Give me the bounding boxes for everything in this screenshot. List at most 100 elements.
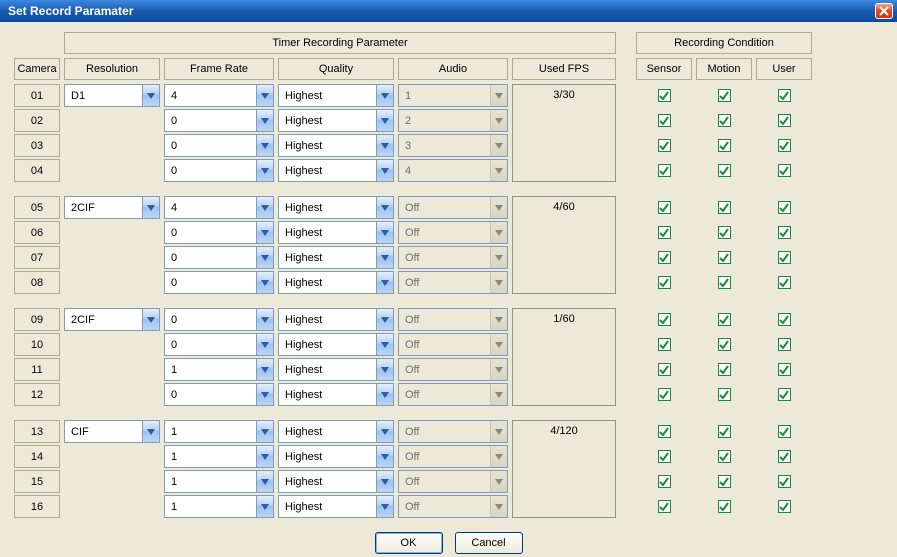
audio-select-value: 4	[399, 160, 490, 181]
quality-select[interactable]: Highest	[278, 445, 394, 468]
frame-rate-select[interactable]: 0	[164, 109, 274, 132]
motion-checkbox[interactable]	[718, 251, 731, 264]
quality-select[interactable]: Highest	[278, 308, 394, 331]
frame-rate-select[interactable]: 1	[164, 470, 274, 493]
audio-select-value: 1	[399, 85, 490, 106]
frame-rate-select[interactable]: 0	[164, 383, 274, 406]
sensor-checkbox[interactable]	[658, 450, 671, 463]
motion-checkbox-cell	[696, 333, 752, 356]
sensor-checkbox[interactable]	[658, 475, 671, 488]
user-checkbox[interactable]	[778, 450, 791, 463]
camera-label: 08	[14, 271, 60, 294]
motion-checkbox[interactable]	[718, 139, 731, 152]
frame-rate-select[interactable]: 0	[164, 159, 274, 182]
user-checkbox[interactable]	[778, 276, 791, 289]
quality-select[interactable]: Highest	[278, 221, 394, 244]
motion-checkbox[interactable]	[718, 363, 731, 376]
user-checkbox[interactable]	[778, 201, 791, 214]
quality-select[interactable]: Highest	[278, 134, 394, 157]
sensor-checkbox[interactable]	[658, 164, 671, 177]
frame-rate-select[interactable]: 1	[164, 495, 274, 518]
user-checkbox[interactable]	[778, 425, 791, 438]
sensor-checkbox[interactable]	[658, 338, 671, 351]
user-checkbox[interactable]	[778, 338, 791, 351]
user-checkbox[interactable]	[778, 89, 791, 102]
quality-select-value: Highest	[279, 446, 376, 467]
motion-checkbox[interactable]	[718, 226, 731, 239]
sensor-checkbox[interactable]	[658, 500, 671, 513]
camera-label: 16	[14, 495, 60, 518]
sensor-checkbox[interactable]	[658, 226, 671, 239]
frame-rate-select[interactable]: 1	[164, 445, 274, 468]
sensor-checkbox[interactable]	[658, 89, 671, 102]
sensor-checkbox[interactable]	[658, 201, 671, 214]
frame-rate-select[interactable]: 0	[164, 333, 274, 356]
user-checkbox[interactable]	[778, 475, 791, 488]
motion-checkbox[interactable]	[718, 201, 731, 214]
sensor-checkbox[interactable]	[658, 251, 671, 264]
frame-rate-select[interactable]: 0	[164, 308, 274, 331]
motion-checkbox[interactable]	[718, 475, 731, 488]
sensor-checkbox[interactable]	[658, 388, 671, 401]
quality-select[interactable]: Highest	[278, 159, 394, 182]
frame-rate-select[interactable]: 0	[164, 246, 274, 269]
quality-select[interactable]: Highest	[278, 383, 394, 406]
motion-checkbox-cell	[696, 159, 752, 182]
motion-checkbox[interactable]	[718, 388, 731, 401]
quality-select[interactable]: Highest	[278, 246, 394, 269]
quality-select[interactable]: Highest	[278, 109, 394, 132]
frame-rate-select[interactable]: 1	[164, 358, 274, 381]
user-checkbox[interactable]	[778, 500, 791, 513]
user-checkbox[interactable]	[778, 313, 791, 326]
frame-rate-select[interactable]: 4	[164, 196, 274, 219]
user-checkbox[interactable]	[778, 164, 791, 177]
motion-checkbox[interactable]	[718, 313, 731, 326]
resolution-select[interactable]: D1	[64, 84, 160, 107]
frame-rate-select[interactable]: 0	[164, 271, 274, 294]
user-checkbox[interactable]	[778, 388, 791, 401]
frame-rate-select[interactable]: 0	[164, 134, 274, 157]
frame-rate-select[interactable]: 0	[164, 221, 274, 244]
ok-button[interactable]: OK	[375, 532, 443, 554]
quality-select[interactable]: Highest	[278, 470, 394, 493]
sensor-checkbox[interactable]	[658, 313, 671, 326]
quality-select[interactable]: Highest	[278, 271, 394, 294]
user-checkbox[interactable]	[778, 251, 791, 264]
sensor-checkbox[interactable]	[658, 363, 671, 376]
chevron-down-icon	[376, 496, 393, 517]
sensor-checkbox[interactable]	[658, 139, 671, 152]
motion-checkbox[interactable]	[718, 164, 731, 177]
camera-label: 09	[14, 308, 60, 331]
sensor-checkbox[interactable]	[658, 276, 671, 289]
resolution-select[interactable]: 2CIF	[64, 308, 160, 331]
resolution-select[interactable]: 2CIF	[64, 196, 160, 219]
cancel-button-label: Cancel	[471, 537, 505, 549]
sensor-checkbox[interactable]	[658, 114, 671, 127]
motion-checkbox[interactable]	[718, 276, 731, 289]
motion-checkbox[interactable]	[718, 89, 731, 102]
motion-checkbox[interactable]	[718, 338, 731, 351]
motion-checkbox[interactable]	[718, 450, 731, 463]
resolution-select[interactable]: CIF	[64, 420, 160, 443]
user-checkbox[interactable]	[778, 226, 791, 239]
chevron-down-icon	[376, 160, 393, 181]
frame-rate-select[interactable]: 1	[164, 420, 274, 443]
quality-select[interactable]: Highest	[278, 84, 394, 107]
frame-rate-select[interactable]: 4	[164, 84, 274, 107]
quality-select[interactable]: Highest	[278, 420, 394, 443]
quality-select[interactable]: Highest	[278, 196, 394, 219]
quality-select[interactable]: Highest	[278, 358, 394, 381]
user-checkbox[interactable]	[778, 139, 791, 152]
user-checkbox[interactable]	[778, 114, 791, 127]
chevron-down-icon	[256, 222, 273, 243]
quality-select[interactable]: Highest	[278, 333, 394, 356]
quality-select[interactable]: Highest	[278, 495, 394, 518]
motion-checkbox[interactable]	[718, 425, 731, 438]
cancel-button[interactable]: Cancel	[455, 532, 523, 554]
user-checkbox[interactable]	[778, 363, 791, 376]
chevron-down-icon	[142, 421, 159, 442]
motion-checkbox[interactable]	[718, 500, 731, 513]
close-button[interactable]	[875, 3, 893, 19]
motion-checkbox[interactable]	[718, 114, 731, 127]
sensor-checkbox[interactable]	[658, 425, 671, 438]
